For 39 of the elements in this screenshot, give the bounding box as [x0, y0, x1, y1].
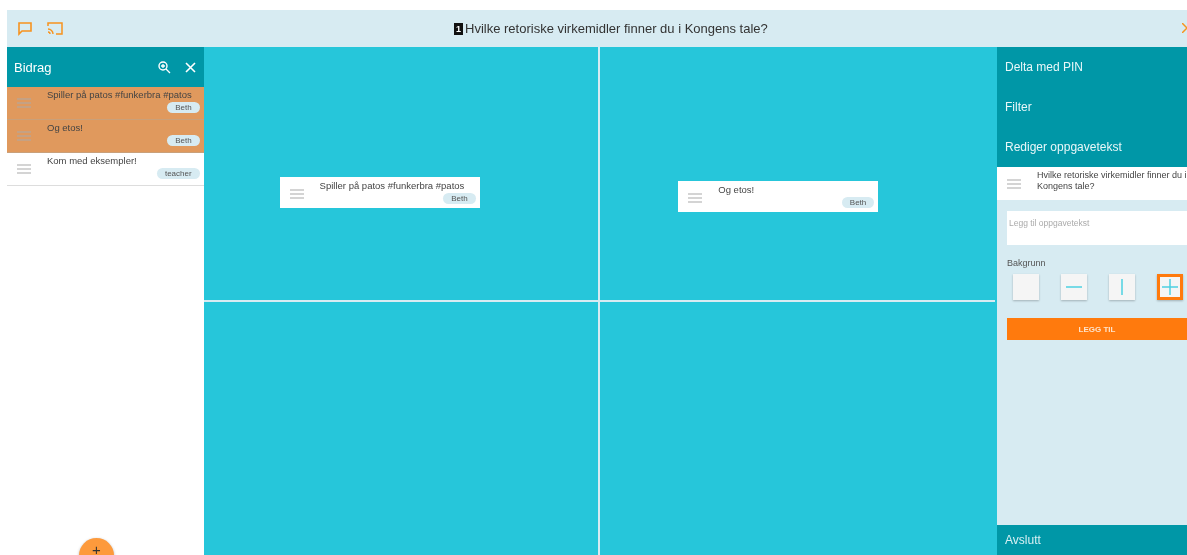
add-button[interactable]: +	[79, 538, 114, 555]
contribution-text: Spiller på patos #funkerbra #patos	[47, 89, 193, 100]
contribution-text: Spiller på patos #funkerbra #patos	[319, 180, 466, 191]
drag-handle-icon[interactable]	[17, 164, 31, 174]
cast-icon[interactable]	[47, 22, 63, 35]
contribution-card[interactable]: Spiller på patos #funkerbra #patos Beth	[279, 177, 480, 208]
drag-handle-icon[interactable]	[17, 131, 31, 141]
task-text-field[interactable]: Legg til oppgavetekst	[1007, 211, 1187, 245]
drag-handle-icon[interactable]	[688, 193, 703, 203]
drag-handle-icon[interactable]	[17, 98, 31, 108]
author-chip: Beth	[167, 102, 200, 113]
exit-item[interactable]: Avslutt	[997, 525, 1187, 555]
background-option[interactable]	[1013, 274, 1039, 300]
menu-item[interactable]: Delta med PIN	[997, 47, 1187, 87]
chat-icon[interactable]	[17, 21, 33, 36]
zoom-in-icon[interactable]	[157, 60, 171, 74]
background-pattern-icon	[1162, 279, 1178, 295]
sidebar-title: Bidrag	[14, 59, 53, 75]
menu-item[interactable]: Rediger oppgavetekst	[997, 127, 1187, 167]
author-chip: Beth	[841, 197, 875, 208]
contribution-card[interactable]: Og etos! Beth	[678, 181, 879, 212]
background-option[interactable]	[1157, 274, 1183, 300]
contribution-item[interactable]: Spiller på patos #funkerbra #patos Beth	[7, 87, 204, 120]
contribution-text: Kom med eksempler!	[47, 155, 138, 166]
contribution-text: Og etos!	[718, 184, 756, 195]
contribution-text: Og etos!	[47, 122, 84, 133]
author-chip: teacher	[156, 168, 200, 179]
drag-handle-icon[interactable]	[1007, 179, 1021, 189]
question-number: 1	[454, 22, 463, 35]
question-title: Hvilke retoriske virkemidler finner du i Kongens tale?	[465, 21, 768, 36]
background-option[interactable]	[1061, 274, 1087, 300]
drag-handle-icon[interactable]	[289, 189, 304, 199]
background-option[interactable]	[1109, 274, 1135, 300]
author-chip: Beth	[167, 135, 200, 146]
background-label: Bakgrunn	[1007, 258, 1047, 268]
menu-item[interactable]: Filter	[997, 87, 1187, 127]
contribution-item[interactable]: Og etos! Beth	[7, 120, 204, 153]
author-chip: Beth	[443, 193, 476, 204]
task-text: Hvilke retoriske virkemidler finner du i Kongens tale?	[1037, 170, 1187, 193]
